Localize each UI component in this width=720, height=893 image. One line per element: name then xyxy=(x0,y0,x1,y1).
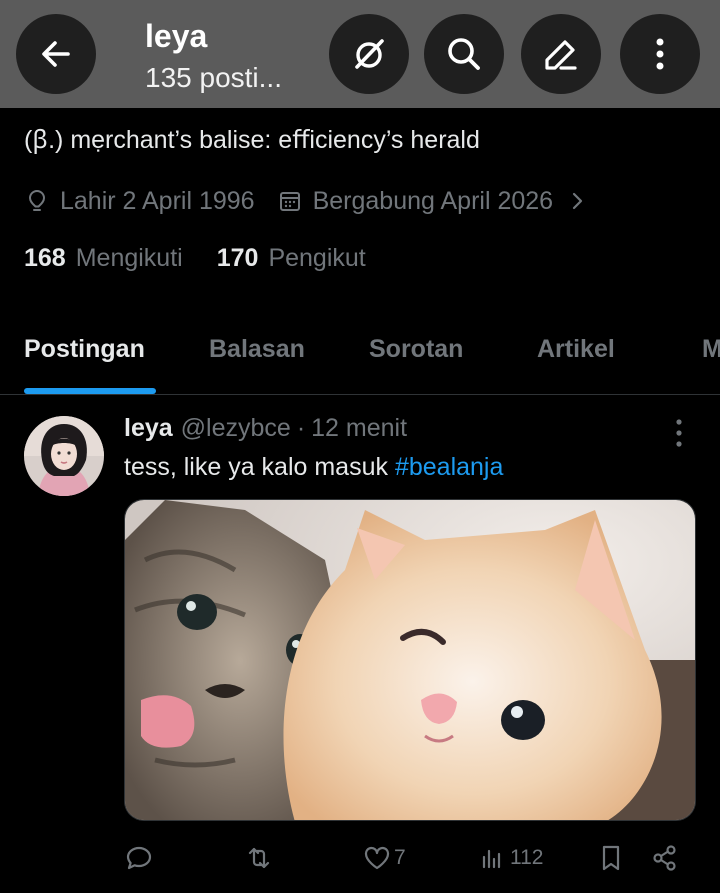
profile-meta: Lahir 2 April 1996 Bergabung April 2026 xyxy=(24,184,597,218)
followers-count: 170 xyxy=(216,244,259,272)
pencil-icon xyxy=(545,40,577,70)
following-label: Mengikuti xyxy=(75,244,183,272)
more-button[interactable] xyxy=(620,14,700,94)
heart-icon xyxy=(364,846,390,870)
arrow-left-icon xyxy=(42,41,70,67)
tab-sorotan[interactable]: Sorotan xyxy=(369,335,463,364)
location-icon xyxy=(28,189,46,211)
followers-link[interactable]: 170 Pengikut xyxy=(217,244,366,273)
share-button[interactable] xyxy=(650,842,680,874)
like-button[interactable]: 7 xyxy=(362,842,406,874)
reply-icon xyxy=(126,846,152,870)
follow-stats: 168 Mengikuti 170 Pengikut xyxy=(24,244,400,273)
following-count: 168 xyxy=(24,244,66,272)
views-button[interactable]: 112 xyxy=(478,842,543,874)
retweet-icon xyxy=(248,847,270,869)
grok-button[interactable] xyxy=(329,14,409,94)
chevron-right-icon[interactable] xyxy=(567,190,587,212)
tab-media[interactable]: M xyxy=(702,335,720,364)
birth-date: Lahir 2 April 1996 xyxy=(60,186,255,215)
more-vertical-icon xyxy=(656,38,664,70)
profile-name: leya xyxy=(145,18,208,54)
post-text: tess, like ya kalo masuk #bealanja xyxy=(124,453,503,482)
search-button[interactable] xyxy=(424,14,504,94)
search-icon xyxy=(448,38,480,70)
views-icon xyxy=(482,849,501,869)
reply-button[interactable] xyxy=(124,842,154,874)
view-count: 112 xyxy=(510,846,544,869)
top-app-bar: leya 135 posti... xyxy=(0,0,720,108)
join-date: Bergabung April 2026 xyxy=(312,186,554,215)
profile-bio: (ꞵ.) mẹrchant’s balise: eﬀiciency’s hera… xyxy=(24,126,480,154)
bookmark-icon xyxy=(602,845,620,871)
bookmark-button[interactable] xyxy=(596,842,626,874)
active-tab-indicator xyxy=(24,388,156,394)
tab-artikel[interactable]: Artikel xyxy=(537,335,615,364)
post-author-name[interactable]: leya xyxy=(124,414,173,443)
post-time: 12 menit xyxy=(311,414,408,442)
separator-dot: · xyxy=(296,414,306,442)
like-count: 7 xyxy=(394,846,406,869)
post-header: leya @lezybce · 12 menit xyxy=(124,414,407,443)
profile-tabs: Postingan Balasan Sorotan Artikel M xyxy=(0,315,720,395)
share-icon xyxy=(653,845,676,871)
back-button[interactable] xyxy=(16,14,96,94)
avatar[interactable] xyxy=(24,416,104,496)
calendar-icon xyxy=(279,192,300,211)
tab-postingan[interactable]: Postingan xyxy=(24,335,145,364)
retweet-button[interactable] xyxy=(244,842,274,874)
post-body: tess, like ya kalo masuk xyxy=(124,453,388,481)
post-author-handle[interactable]: @lezybce xyxy=(181,414,291,443)
edit-button[interactable] xyxy=(521,14,601,94)
post-count: 135 posti... xyxy=(145,62,282,93)
grok-icon xyxy=(355,39,384,69)
following-link[interactable]: 168 Mengikuti xyxy=(24,244,183,273)
post-more-icon[interactable] xyxy=(662,416,696,450)
post-image[interactable] xyxy=(124,499,696,821)
hashtag-link[interactable]: #bealanja xyxy=(395,453,503,481)
tab-balasan[interactable]: Balasan xyxy=(209,335,305,364)
followers-label: Pengikut xyxy=(268,244,366,272)
